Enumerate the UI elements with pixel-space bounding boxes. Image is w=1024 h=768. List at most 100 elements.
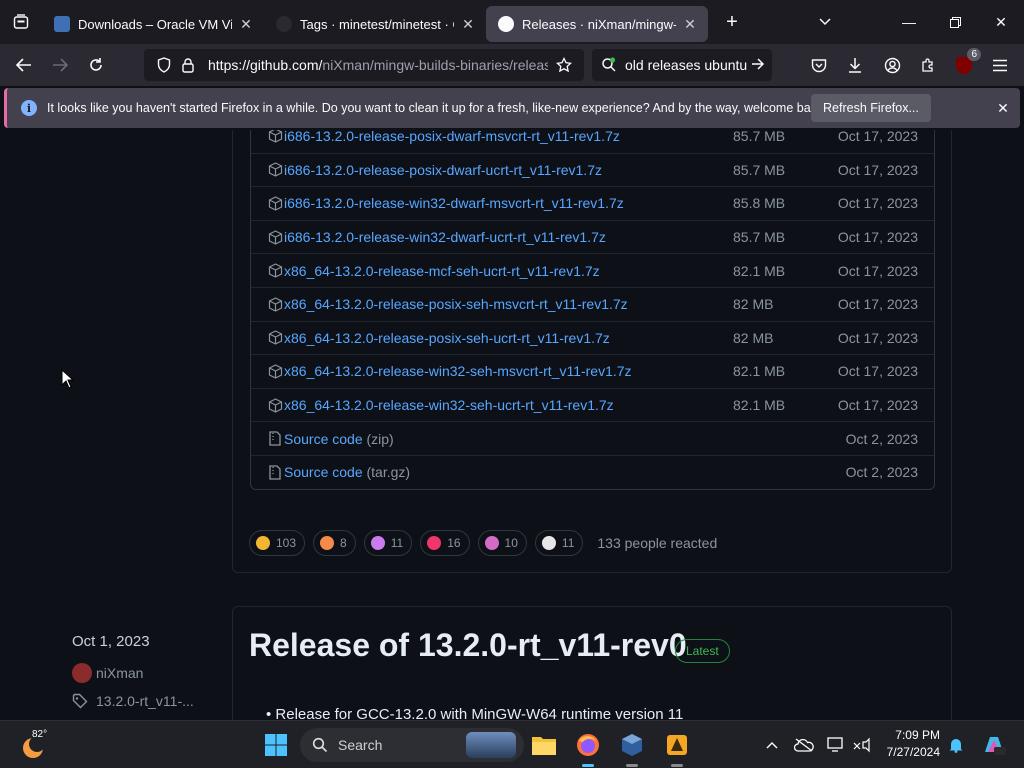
asset-link[interactable]: Source code (zip) bbox=[284, 431, 394, 447]
release-title[interactable]: Release of 13.2.0-rt_v11-rev0 bbox=[249, 627, 687, 664]
asset-date: Oct 17, 2023 bbox=[837, 195, 918, 212]
tab-title: Releases · niXman/mingw-builds bbox=[522, 16, 676, 32]
asset-name: i686-13.2.0-release-win32-dwarf-msvcrt-r… bbox=[284, 195, 624, 212]
network-volume-icon[interactable] bbox=[852, 735, 872, 755]
asset-date: Oct 17, 2023 bbox=[837, 262, 918, 279]
asset-row: i686-13.2.0-release-win32-dwarf-msvcrt-r… bbox=[251, 186, 934, 220]
close-tab-icon[interactable]: ✕ bbox=[460, 16, 476, 33]
system-clock[interactable]: 7:09 PM 7/27/2024 bbox=[878, 727, 940, 761]
reaction-button-eyes[interactable]: 11 bbox=[534, 530, 584, 556]
asset-name: x86_64-13.2.0-release-posix-seh-msvcrt-r… bbox=[284, 296, 628, 313]
reload-button[interactable] bbox=[78, 47, 114, 83]
package-icon bbox=[267, 229, 283, 245]
firefox-icon[interactable] bbox=[572, 729, 604, 767]
reactions-summary: 133 people reacted bbox=[597, 535, 718, 551]
bookmark-star-icon[interactable] bbox=[552, 53, 576, 77]
notification-bell-icon[interactable] bbox=[946, 735, 966, 755]
virtualbox-icon[interactable] bbox=[616, 729, 648, 767]
clock-date: 7/27/2024 bbox=[886, 745, 940, 759]
asset-link[interactable]: i686-13.2.0-release-posix-dwarf-msvcrt-r… bbox=[284, 130, 620, 144]
reaction-button-laugh[interactable]: 8 bbox=[313, 530, 356, 556]
taskbar-search[interactable]: Search bbox=[300, 728, 524, 762]
tab-virtualbox[interactable]: Downloads – Oracle VM VirtualBox ✕ bbox=[42, 6, 264, 42]
ublock-icon[interactable]: 6 bbox=[951, 48, 981, 78]
app-icon[interactable] bbox=[661, 729, 693, 767]
tab-releases[interactable]: Releases · niXman/mingw-builds ✕ bbox=[486, 6, 708, 42]
asset-link[interactable]: i686-13.2.0-release-win32-dwarf-ucrt-rt_… bbox=[284, 229, 606, 245]
extensions-icon[interactable] bbox=[915, 52, 941, 78]
reaction-count: 11 bbox=[390, 536, 404, 550]
url-host: https://github.com/ bbox=[208, 57, 323, 73]
new-tab-button[interactable]: + bbox=[714, 0, 750, 44]
notification-message: It looks like you haven't started Firefo… bbox=[47, 101, 827, 115]
asset-link[interactable]: x86_64-13.2.0-release-posix-seh-msvcrt-r… bbox=[284, 296, 628, 312]
package-icon bbox=[267, 330, 283, 346]
asset-link[interactable]: Source code (tar.gz) bbox=[284, 464, 410, 480]
file-explorer-icon[interactable] bbox=[528, 729, 560, 761]
shield-icon[interactable] bbox=[152, 53, 176, 77]
account-icon[interactable] bbox=[879, 52, 905, 78]
reaction-button-thumbs-up[interactable]: 103 bbox=[249, 530, 306, 556]
asset-link[interactable]: i686-13.2.0-release-posix-dwarf-ucrt-rt_… bbox=[284, 162, 602, 178]
asset-name: i686-13.2.0-release-posix-dwarf-ucrt-rt_… bbox=[284, 161, 602, 178]
close-tab-icon[interactable]: ✕ bbox=[238, 16, 254, 33]
asset-link[interactable]: x86_64-13.2.0-release-mcf-seh-ucrt-rt_v1… bbox=[284, 263, 600, 279]
downloads-icon[interactable] bbox=[842, 52, 868, 78]
restore-button[interactable] bbox=[932, 0, 978, 44]
onedrive-icon[interactable] bbox=[794, 735, 814, 755]
search-icon bbox=[312, 737, 328, 753]
asset-link[interactable]: i686-13.2.0-release-win32-dwarf-msvcrt-r… bbox=[284, 195, 624, 211]
search-go-arrow-icon[interactable] bbox=[747, 57, 769, 73]
asset-size: 85.7 MB bbox=[733, 130, 786, 144]
close-tab-icon[interactable]: ✕ bbox=[682, 16, 698, 33]
release-author[interactable]: niXman bbox=[72, 663, 143, 683]
pocket-icon[interactable] bbox=[806, 52, 832, 78]
clock-time: 7:09 PM bbox=[895, 728, 940, 742]
asset-row: Source code (zip) Oct 2, 2023 bbox=[251, 421, 934, 455]
show-hidden-icons-icon[interactable] bbox=[762, 735, 782, 755]
list-tabs-icon[interactable] bbox=[802, 0, 848, 44]
asset-date: Oct 2, 2023 bbox=[845, 464, 918, 481]
package-icon bbox=[267, 130, 283, 144]
copilot-icon[interactable] bbox=[982, 733, 1006, 757]
reaction-button-heart[interactable]: 16 bbox=[420, 530, 470, 556]
refresh-firefox-button[interactable]: Refresh Firefox... bbox=[811, 94, 931, 122]
asset-row: x86_64-13.2.0-release-win32-seh-msvcrt-r… bbox=[251, 354, 934, 388]
reaction-button-hooray[interactable]: 11 bbox=[363, 530, 413, 556]
weather-widget[interactable]: 82° bbox=[18, 727, 58, 763]
tab-minetest[interactable]: Tags · minetest/minetest · GitHub ✕ bbox=[264, 6, 486, 42]
url-path: niXman/mingw-builds-binaries/releases bbox=[322, 57, 548, 73]
laugh-icon bbox=[320, 536, 335, 550]
github-releases-page: i686-13.2.0-release-posix-dwarf-msvcrt-r… bbox=[0, 130, 1024, 720]
asset-row: i686-13.2.0-release-win32-dwarf-ucrt-rt_… bbox=[251, 219, 934, 254]
asset-date: Oct 17, 2023 bbox=[837, 363, 918, 380]
asset-row: i686-13.2.0-release-posix-dwarf-ucrt-rt_… bbox=[251, 152, 934, 187]
display-icon[interactable] bbox=[826, 735, 846, 755]
reaction-button-rocket[interactable]: 10 bbox=[477, 530, 527, 556]
forward-button[interactable] bbox=[42, 47, 78, 83]
reaction-count: 16 bbox=[447, 536, 461, 550]
back-button[interactable] bbox=[6, 47, 42, 83]
asset-link[interactable]: x86_64-13.2.0-release-win32-seh-msvcrt-r… bbox=[284, 363, 632, 379]
minimize-button[interactable]: — bbox=[886, 0, 932, 44]
close-notification-icon[interactable]: ✕ bbox=[993, 98, 1013, 118]
url-text: https://github.com/niXman/mingw-builds-b… bbox=[208, 57, 548, 73]
lock-icon[interactable] bbox=[176, 53, 200, 77]
active-indicator bbox=[626, 764, 638, 767]
address-bar[interactable]: https://github.com/niXman/mingw-builds-b… bbox=[144, 49, 584, 81]
latest-badge: Latest bbox=[675, 639, 730, 663]
asset-link[interactable]: x86_64-13.2.0-release-win32-seh-ucrt-rt_… bbox=[284, 397, 614, 413]
search-bar[interactable]: old releases ubuntu bbox=[592, 49, 772, 81]
start-button[interactable] bbox=[260, 729, 292, 761]
asset-link[interactable]: x86_64-13.2.0-release-posix-seh-ucrt-rt_… bbox=[284, 330, 610, 346]
asset-date: Oct 17, 2023 bbox=[837, 397, 918, 414]
release-tag[interactable]: 13.2.0-rt_v11-... bbox=[72, 693, 194, 709]
tab-overview-icon[interactable] bbox=[0, 0, 42, 44]
author-name: niXman bbox=[96, 665, 144, 681]
tag-name: 13.2.0-rt_v11-... bbox=[96, 693, 194, 709]
close-window-button[interactable]: ✕ bbox=[978, 0, 1024, 44]
reaction-count: 103 bbox=[276, 536, 297, 550]
file-zip-icon bbox=[267, 464, 283, 480]
asset-row: x86_64-13.2.0-release-win32-seh-ucrt-rt_… bbox=[251, 387, 934, 422]
hamburger-menu-icon[interactable] bbox=[987, 52, 1013, 78]
